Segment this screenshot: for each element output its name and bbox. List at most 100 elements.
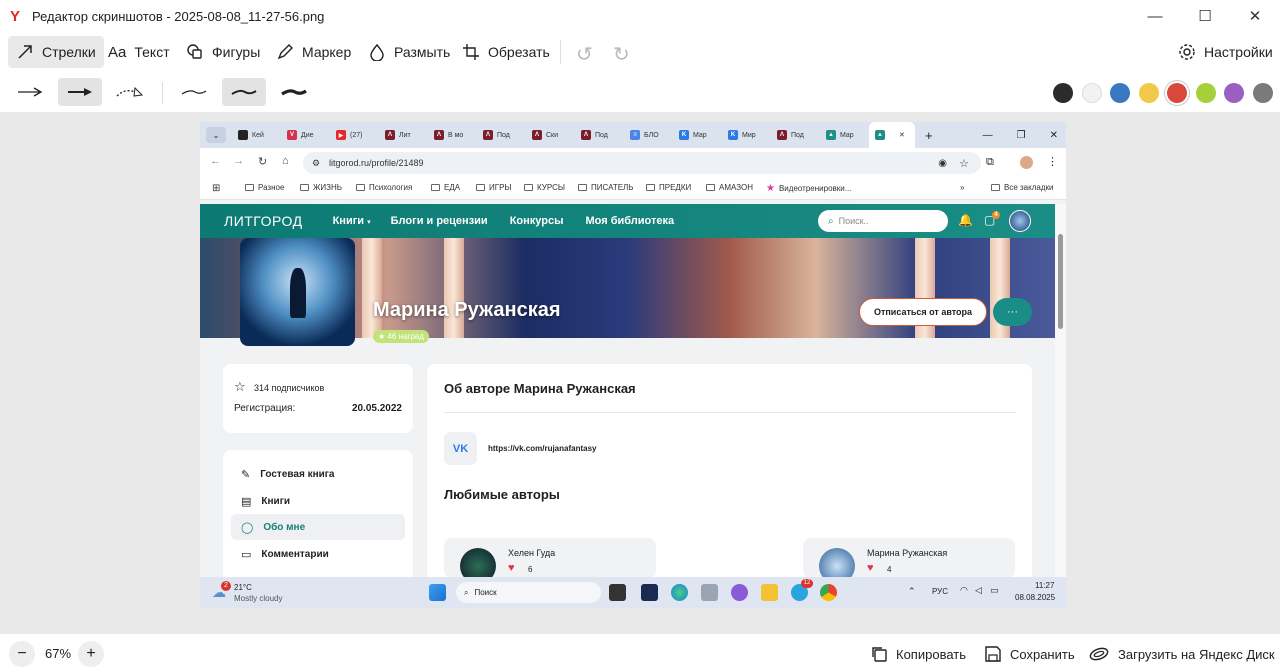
- color-swatch[interactable]: [1167, 83, 1187, 103]
- new-tab-icon[interactable]: +: [925, 128, 933, 143]
- browser-restore-icon[interactable]: ❐: [1017, 130, 1026, 141]
- arrows-tool-button[interactable]: Стрелки: [8, 36, 104, 68]
- site-search-input[interactable]: ⌕ Поиск..: [818, 210, 948, 232]
- color-swatch[interactable]: [1110, 83, 1130, 103]
- menu-about[interactable]: ◯ Обо мне: [231, 514, 405, 540]
- save-button[interactable]: Сохранить: [984, 643, 1075, 665]
- browser-tab[interactable]: Λ Под: [477, 122, 526, 148]
- vk-link[interactable]: https://vk.com/rujanafantasy: [488, 444, 596, 453]
- security-app-icon[interactable]: [641, 584, 658, 601]
- line-medium-icon[interactable]: [222, 78, 266, 106]
- browser-tab[interactable]: Λ В мо: [428, 122, 477, 148]
- menu-guestbook[interactable]: ✎ Гостевая книга: [231, 461, 405, 487]
- marker-tool-button[interactable]: Маркер: [268, 36, 359, 68]
- browser-close-icon[interactable]: ✕: [1050, 130, 1058, 141]
- calculator-icon[interactable]: [701, 584, 718, 601]
- bookmark-item[interactable]: КУРСЫ: [524, 183, 565, 192]
- browser-minimize-icon[interactable]: —: [983, 130, 993, 141]
- upload-disk-button[interactable]: Загрузить на Яндекс Диск: [1088, 643, 1275, 665]
- favorite-author-card[interactable]: Марина Ружанская ♥ 4: [803, 538, 1015, 577]
- battery-icon[interactable]: ▭: [990, 585, 999, 596]
- text-tool-button[interactable]: Aa Текст: [100, 36, 178, 68]
- all-bookmarks[interactable]: Все закладки: [991, 183, 1053, 192]
- page-scrollbar[interactable]: [1055, 204, 1066, 577]
- site-info-icon[interactable]: ⚙: [312, 158, 320, 169]
- bell-icon[interactable]: 🔔: [958, 213, 973, 227]
- chrome-icon[interactable]: [820, 584, 837, 601]
- browser-tab[interactable]: ▶ (27): [330, 122, 379, 148]
- edge-icon[interactable]: [671, 584, 688, 601]
- maximize-button[interactable]: ☐: [1180, 0, 1230, 32]
- bookmark-item[interactable]: Разное: [245, 183, 284, 192]
- windows-start-icon[interactable]: [429, 584, 446, 601]
- bookmark-item[interactable]: ПИСАТЕЛЬ: [578, 183, 634, 192]
- viber-icon[interactable]: [731, 584, 748, 601]
- browser-tab[interactable]: K Мар: [673, 122, 722, 148]
- color-swatch[interactable]: [1224, 83, 1244, 103]
- profile-avatar[interactable]: [1020, 156, 1033, 169]
- apps-grid-icon[interactable]: ⊞: [212, 183, 220, 194]
- browser-tab[interactable]: ▲ ✕: [869, 122, 915, 148]
- nav-blogs[interactable]: Блоги и рецензии: [391, 215, 488, 227]
- shapes-tool-button[interactable]: Фигуры: [178, 36, 268, 68]
- browser-tab[interactable]: Λ Под: [771, 122, 820, 148]
- color-swatch[interactable]: [1252, 83, 1273, 103]
- minimize-button[interactable]: —: [1130, 0, 1180, 32]
- redo-icon[interactable]: ↻: [613, 42, 630, 67]
- bookmark-item[interactable]: АМАЗОН: [706, 183, 753, 192]
- back-icon[interactable]: ←: [210, 155, 221, 167]
- blur-tool-button[interactable]: Размыть: [360, 36, 458, 68]
- site-logo[interactable]: ЛИТГОРОД: [224, 213, 303, 229]
- browser-tab[interactable]: Λ Лит: [379, 122, 428, 148]
- url-field[interactable]: ⚙ litgorod.ru/profile/21489 ◉ ☆: [303, 152, 981, 174]
- wifi-icon[interactable]: ◠: [960, 585, 968, 596]
- arrow-style-open-icon[interactable]: [8, 78, 52, 106]
- more-options-button[interactable]: ···: [993, 298, 1032, 326]
- volume-icon[interactable]: ◁: [975, 585, 982, 596]
- color-swatch[interactable]: [1138, 83, 1159, 103]
- favorite-author-card[interactable]: Хелен Гуда ♥ 6: [444, 538, 656, 577]
- task-view-icon[interactable]: [609, 584, 626, 601]
- menu-books[interactable]: ▤ Книги: [231, 488, 405, 514]
- arrow-style-filled-icon[interactable]: [58, 78, 102, 106]
- zoom-out-button[interactable]: −: [9, 641, 35, 667]
- taskbar-search[interactable]: ⌕ Поиск: [456, 582, 601, 603]
- bookmark-item[interactable]: ★ Видеотренировки...: [766, 183, 851, 194]
- eye-slash-icon[interactable]: ◉: [938, 158, 947, 169]
- bookmark-item[interactable]: Психология: [356, 183, 412, 192]
- settings-button[interactable]: Настройки: [1170, 36, 1280, 68]
- home-icon[interactable]: ⌂: [282, 155, 289, 167]
- nav-books[interactable]: Книги ▾: [333, 215, 371, 227]
- bookmark-item[interactable]: ИГРЫ: [476, 183, 512, 192]
- screenshot-image[interactable]: ⌄ Кей V Дие ▶ (27) Λ Лит Λ В мо Λ Под Λ Ски Λ Под ≡ БЛО K…: [200, 122, 1066, 608]
- browser-tab[interactable]: ≡ БЛО: [624, 122, 673, 148]
- tab-close-icon[interactable]: ✕: [899, 131, 905, 139]
- file-explorer-icon[interactable]: [761, 584, 778, 601]
- tray-chevron-icon[interactable]: ⌃: [908, 586, 916, 597]
- line-thin-icon[interactable]: [172, 78, 216, 106]
- color-swatch[interactable]: [1195, 83, 1216, 103]
- color-swatch[interactable]: [1053, 83, 1073, 103]
- browser-tab[interactable]: Кей: [232, 122, 281, 148]
- browser-menu-icon[interactable]: ⋮: [1047, 155, 1058, 168]
- extensions-icon[interactable]: ⧉: [986, 156, 994, 169]
- zoom-in-button[interactable]: +: [78, 641, 104, 667]
- bookmark-item[interactable]: ЖИЗНЬ: [300, 183, 342, 192]
- bookmarks-overflow-icon[interactable]: »: [960, 183, 964, 192]
- browser-tab[interactable]: Λ Под: [575, 122, 624, 148]
- tab-search-icon[interactable]: ⌄: [206, 127, 226, 143]
- browser-tab[interactable]: Λ Ски: [526, 122, 575, 148]
- forward-icon[interactable]: →: [233, 155, 244, 167]
- copy-button[interactable]: Копировать: [870, 643, 966, 665]
- star-icon[interactable]: ☆: [959, 157, 969, 170]
- bookmark-item[interactable]: ПРЕДКИ: [646, 183, 691, 192]
- arrow-style-dotted-icon[interactable]: [108, 78, 152, 106]
- awards-badge[interactable]: ★ 46 наград: [373, 330, 429, 343]
- language-indicator[interactable]: РУС: [932, 587, 948, 596]
- undo-icon[interactable]: ↺: [576, 42, 593, 67]
- nav-library[interactable]: Моя библиотека: [585, 215, 674, 227]
- reload-icon[interactable]: ↻: [258, 155, 267, 168]
- bookmark-item[interactable]: ЕДА: [431, 183, 460, 192]
- user-avatar[interactable]: [1009, 210, 1031, 232]
- nav-contests[interactable]: Конкурсы: [510, 215, 564, 227]
